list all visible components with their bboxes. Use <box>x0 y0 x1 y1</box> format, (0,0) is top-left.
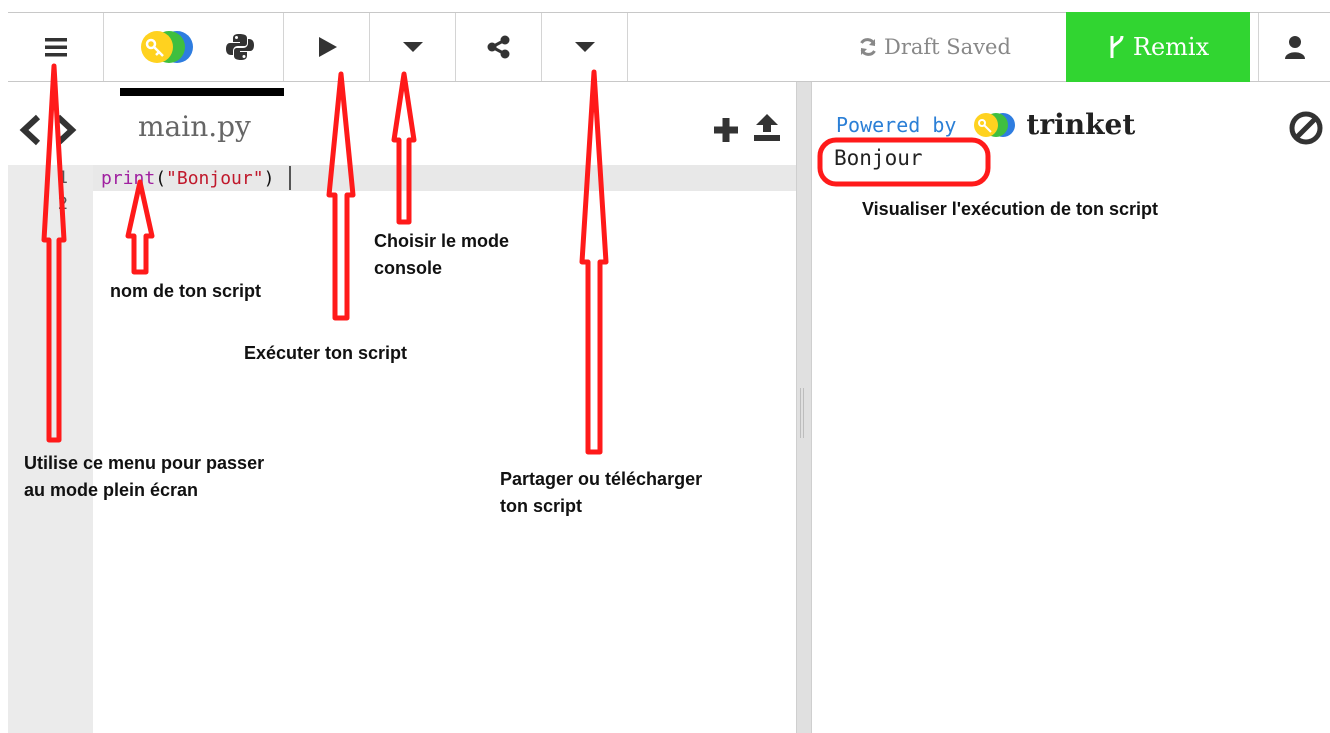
annotation-arrow <box>391 71 417 225</box>
annotation-arrow <box>41 63 67 443</box>
annotation-text: Utilise ce menu pour passer <box>24 453 265 473</box>
annotation-text: console <box>374 258 443 278</box>
annotation-arrow <box>326 71 356 321</box>
annotation-arrow <box>125 179 155 275</box>
annotation-text: Partager ou télécharger <box>500 469 703 489</box>
annotation-menu: Utilise ce menu pour passer au mode plei… <box>24 450 264 504</box>
annotation-share: Partager ou télécharger ton script <box>500 466 702 520</box>
annotation-highlight <box>817 137 991 187</box>
annotation-mode: Choisir le mode console <box>374 228 509 282</box>
annotation-text: ton script <box>500 496 583 516</box>
annotation-arrow <box>579 69 609 455</box>
annotation-run: Exécuter ton script <box>244 343 408 363</box>
annotation-filename: nom de ton script <box>110 281 262 301</box>
annotation-output: Visualiser l'exécution de ton script <box>862 199 1159 219</box>
annotation-text: Choisir le mode <box>374 231 510 251</box>
annotation-text: au mode plein écran <box>24 480 199 500</box>
annotation-overlay <box>41 63 991 455</box>
